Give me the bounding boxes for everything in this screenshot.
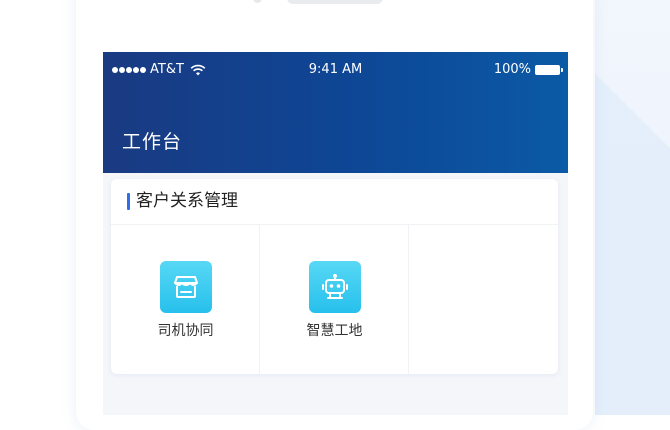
page-title: 工作台 xyxy=(122,131,183,153)
status-right: 100% xyxy=(493,60,563,80)
store-icon xyxy=(160,261,212,313)
app-label: 智慧工地 xyxy=(306,323,363,339)
app-tile-smart-site[interactable]: 智慧工地 xyxy=(260,225,409,374)
app-screen: AT&T 9:41 AM 100% 工作台 客户关系管理 司机协同 智慧工地 xyxy=(103,52,568,415)
battery-icon xyxy=(535,65,563,75)
app-header: AT&T 9:41 AM 100% 工作台 xyxy=(103,52,568,173)
battery-percent: 100% xyxy=(493,62,531,77)
app-tile-driver-collab[interactable]: 司机协同 xyxy=(111,225,260,374)
app-tile-empty xyxy=(409,225,558,374)
section-accent-bar xyxy=(127,193,130,210)
section-header: 客户关系管理 xyxy=(111,179,558,225)
crm-section-card: 客户关系管理 司机协同 智慧工地 xyxy=(111,179,558,374)
background-decoration xyxy=(595,0,670,415)
phone-speaker xyxy=(287,0,383,4)
status-bar: AT&T 9:41 AM 100% xyxy=(103,60,568,80)
section-title: 客户关系管理 xyxy=(136,191,238,211)
app-label: 司机协同 xyxy=(157,323,214,339)
robot-icon xyxy=(309,261,361,313)
app-grid: 司机协同 智慧工地 xyxy=(111,225,558,374)
